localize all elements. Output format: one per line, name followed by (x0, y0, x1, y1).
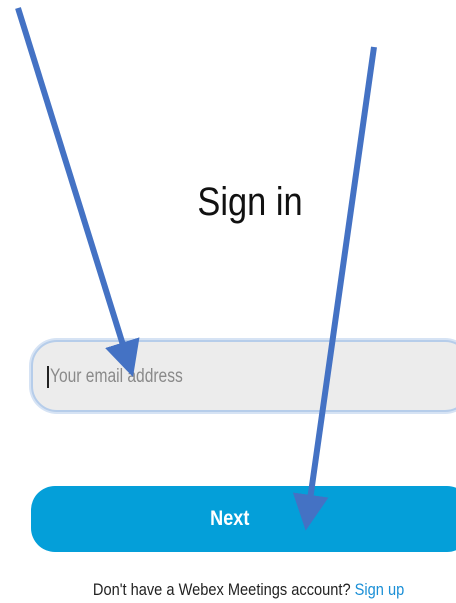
page-title: Sign in (197, 180, 303, 224)
email-field[interactable] (50, 360, 370, 394)
signin-page: Sign in Next Don't have a Webex Meetings… (0, 0, 456, 603)
signup-prompt-text: Don't have a Webex Meetings account? (92, 580, 351, 599)
next-button-label: Next (210, 507, 250, 530)
next-button[interactable]: Next (31, 486, 456, 552)
text-caret (47, 366, 49, 388)
arrow-to-next-button (292, 46, 377, 531)
arrow-to-email-field (15, 7, 140, 378)
signup-link[interactable]: Sign up (355, 580, 405, 599)
signup-prompt: Don't have a Webex Meetings account? Sig… (0, 580, 456, 600)
